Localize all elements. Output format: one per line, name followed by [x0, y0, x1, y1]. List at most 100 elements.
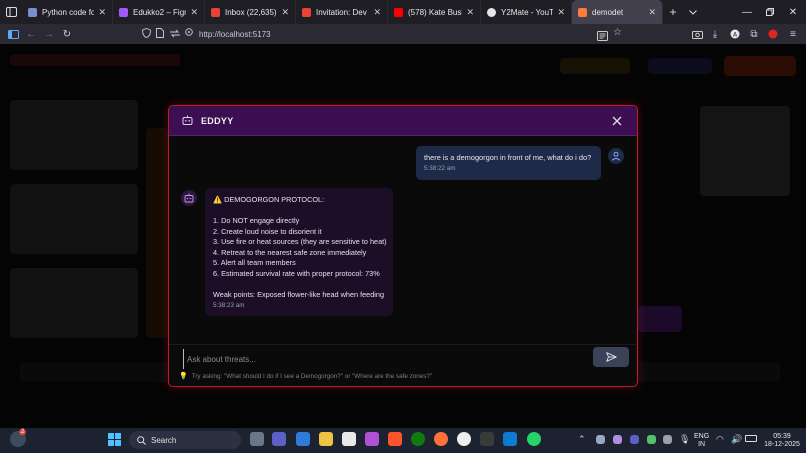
tab-favicon-icon	[28, 7, 37, 17]
restore-window-icon[interactable]	[759, 0, 781, 24]
page-info-icon[interactable]	[156, 25, 164, 43]
bot-avatar	[181, 190, 197, 206]
tab-favicon-icon	[119, 7, 128, 17]
tab-close-icon[interactable]: ✕	[190, 7, 198, 18]
tray-app-icon[interactable]	[630, 435, 639, 444]
tray-chevron-up-icon[interactable]: ⌃	[578, 434, 586, 445]
tab-close-icon[interactable]: ✕	[466, 7, 474, 18]
tab-close-icon[interactable]: ✕	[281, 7, 289, 18]
xbox-icon[interactable]	[411, 432, 425, 446]
bookmark-star-icon[interactable]: ☆	[613, 27, 622, 38]
screenshot-icon[interactable]	[688, 24, 706, 44]
send-button[interactable]	[593, 347, 629, 367]
bot-message-line: 2. Create loud noise to disorient it	[213, 226, 322, 236]
extensions-puzzle-icon[interactable]: ⧉	[745, 24, 763, 44]
vscode-icon[interactable]	[503, 432, 517, 446]
url-text[interactable]: http://localhost:5173	[199, 30, 271, 39]
extension-badge-icon[interactable]	[764, 24, 782, 44]
start-windows-icon[interactable]	[108, 433, 121, 451]
background-character-image	[700, 106, 790, 196]
tab-close-icon[interactable]: ✕	[98, 7, 106, 18]
chat-input-area: 💡 Try asking: "What should I do if I see…	[169, 344, 637, 386]
tab-close-icon[interactable]: ✕	[648, 7, 656, 18]
tab-favicon-icon	[302, 7, 311, 17]
forward-arrow-icon[interactable]: →	[40, 24, 58, 44]
clock-time: 05:39	[773, 433, 791, 440]
background-header-logo	[10, 54, 180, 66]
tab-favicon-icon	[211, 7, 220, 17]
reload-icon[interactable]: ↻	[58, 24, 76, 44]
tray-app-icon[interactable]	[613, 435, 622, 444]
tab-list-icon[interactable]	[0, 0, 22, 24]
tab-title: Invitation: Dev Team S	[316, 7, 369, 17]
tray-app-icon[interactable]	[596, 435, 605, 444]
store-icon[interactable]	[342, 432, 356, 446]
language-code: ENG	[694, 433, 710, 440]
microphone-icon[interactable]: 🎙	[679, 434, 690, 445]
minimize-window-icon[interactable]: —	[736, 0, 758, 24]
language-indicator[interactable]: ENG IN	[694, 433, 709, 449]
tab-close-icon[interactable]: ✕	[557, 7, 565, 18]
modal-title: EDDYY	[201, 115, 234, 126]
firefox-icon[interactable]	[434, 432, 448, 446]
volume-icon[interactable]: 🔊	[731, 434, 742, 445]
address-bar[interactable]: http://localhost:5173 ☆	[142, 27, 630, 41]
browser-tab-6[interactable]: Y2Mate - YouTube to M ✕	[481, 0, 572, 24]
background-stat-card	[10, 100, 138, 170]
wifi-icon[interactable]: ◠	[716, 434, 724, 445]
browser-tab-7-active[interactable]: demodet ✕	[572, 0, 663, 24]
battery-icon[interactable]	[745, 435, 757, 442]
browser-tab-2[interactable]: Edukko2 – Figma ✕	[113, 0, 205, 24]
github-icon[interactable]	[457, 432, 471, 446]
bot-message-line: 5. Alert all team members	[213, 258, 296, 267]
menu-hamburger-icon[interactable]: ≡	[784, 24, 802, 44]
tracking-shield-icon[interactable]	[142, 25, 151, 43]
close-icon	[612, 116, 622, 126]
browser-tab-3[interactable]: Inbox (22,635) - alwin ✕	[205, 0, 296, 24]
send-icon	[605, 352, 617, 362]
tab-list-chevron-down-icon[interactable]	[683, 0, 703, 24]
permissions-icon[interactable]	[169, 25, 181, 43]
tab-title: demodet	[592, 7, 624, 17]
new-tab-icon[interactable]: +	[663, 0, 683, 24]
task-view-icon[interactable]	[250, 432, 264, 446]
browser-tab-4[interactable]: Invitation: Dev Team S ✕	[296, 0, 388, 24]
hint-text-row: 💡 Try asking: "What should I do if I see…	[179, 372, 432, 381]
bot-message-spacer	[213, 206, 385, 217]
browser-tab-5[interactable]: (578) Kate Bush - Runn ✕	[388, 0, 481, 24]
teams-icon[interactable]	[272, 432, 286, 446]
app-icon[interactable]	[365, 432, 379, 446]
file-explorer-icon[interactable]	[319, 432, 333, 446]
search-label: Search	[151, 435, 177, 445]
region-code: IN	[698, 441, 706, 448]
tab-title: Edukko2 – Figma	[133, 7, 186, 17]
weather-widget-icon[interactable]: 2	[10, 429, 27, 447]
chat-input[interactable]	[183, 349, 587, 369]
close-window-icon[interactable]: ✕	[782, 0, 804, 24]
clock-date: 18-12-2025	[764, 441, 800, 448]
tab-title: Inbox (22,635) - alwin	[225, 7, 277, 17]
background-header-button	[560, 58, 630, 74]
background-stat-card	[10, 268, 138, 338]
downloads-icon[interactable]: ⤓	[706, 24, 724, 44]
terminal-icon[interactable]	[480, 432, 494, 446]
close-modal-button[interactable]	[609, 113, 625, 129]
taskbar-search[interactable]: Search	[129, 431, 241, 449]
sidebar-toggle-icon[interactable]	[4, 24, 22, 44]
whatsapp-icon[interactable]	[527, 432, 541, 446]
location-icon[interactable]	[185, 25, 193, 43]
user-message-text: there is a demogorgon in front of me, wh…	[424, 153, 592, 162]
back-arrow-icon[interactable]: ←	[22, 24, 40, 44]
modal-header: EDDYY	[169, 106, 637, 136]
tab-close-icon[interactable]: ✕	[373, 7, 381, 18]
background-alert-button	[724, 56, 796, 76]
tab-title: (578) Kate Bush - Runn	[408, 7, 462, 17]
account-icon[interactable]: A	[726, 24, 744, 44]
tray-app-icon[interactable]	[663, 435, 672, 444]
brave-browser-icon[interactable]	[388, 432, 402, 446]
copilot-icon[interactable]	[296, 432, 310, 446]
browser-tab-1[interactable]: Python code for BPSK ✕	[22, 0, 113, 24]
tray-app-icon[interactable]	[647, 435, 656, 444]
user-message-time: 5:38:22 am	[424, 165, 456, 173]
system-clock[interactable]: 05:39 18-12-2025	[762, 433, 802, 449]
